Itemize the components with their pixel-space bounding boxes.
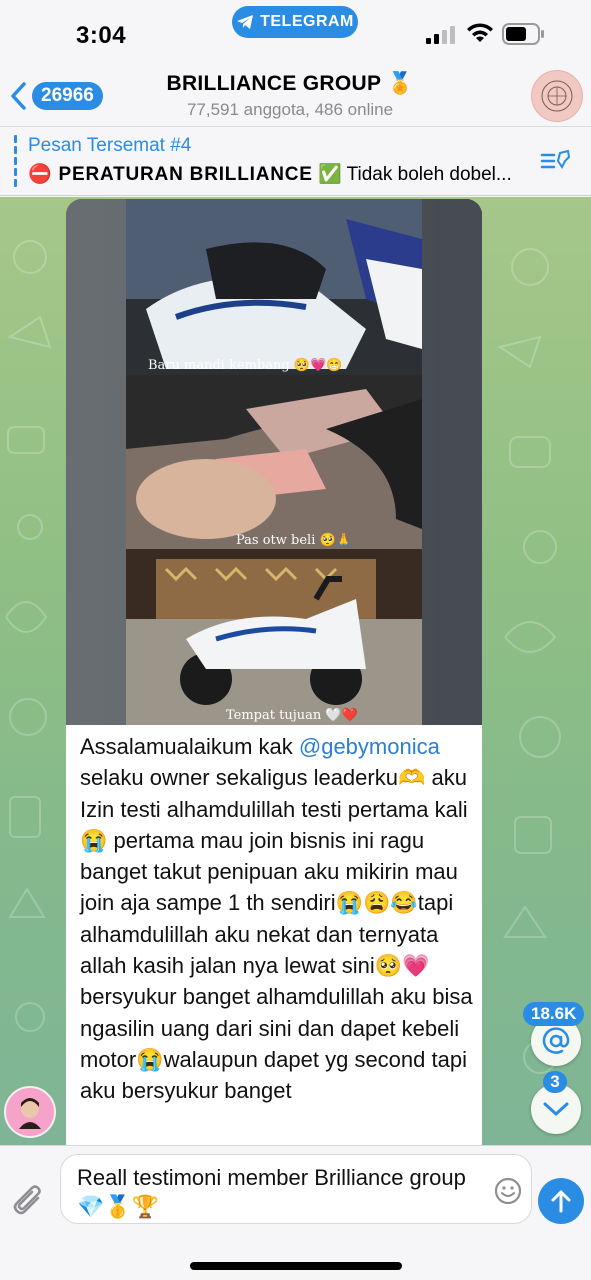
- signal-icon: [426, 26, 455, 44]
- arrow-up-icon: [551, 1190, 571, 1213]
- unread-count-badge: 3: [543, 1071, 567, 1093]
- mention-link[interactable]: @gebymonica: [299, 734, 440, 759]
- battery-icon: [502, 23, 544, 45]
- telegram-pill[interactable]: TELEGRAM: [232, 6, 358, 38]
- pinned-message-bar[interactable]: Pesan Tersemat #4 ⛔ PERATURAN BRILLIANCE…: [0, 126, 591, 196]
- pin-list-icon[interactable]: [540, 147, 572, 177]
- pinned-preview-bold: ⛔ PERATURAN BRILLIANCE: [28, 164, 313, 185]
- pinned-indicator: [14, 135, 17, 187]
- group-logo-icon: [541, 80, 573, 112]
- back-button[interactable]: 26966: [10, 82, 103, 110]
- wifi-icon: [467, 23, 493, 42]
- emoji-icon[interactable]: [494, 1177, 522, 1205]
- message-bubble[interactable]: Baru mandi kembang 🥺💗😁 Pas otw beli 🥺🙏 Tem…: [66, 199, 482, 1145]
- unread-chats-badge: 26966: [32, 82, 103, 110]
- telegram-pill-label: TELEGRAM: [260, 13, 354, 30]
- chevron-down-icon: [543, 1102, 569, 1116]
- send-button[interactable]: [538, 1178, 584, 1224]
- sender-avatar-icon: [19, 1098, 41, 1129]
- chevron-left-icon: [11, 82, 26, 110]
- testimonial-photo[interactable]: Baru mandi kembang 🥺💗😁 Pas otw beli 🥺🙏 Tem…: [66, 199, 482, 725]
- message-input-text[interactable]: Reall testimoni member Brilliance group💎…: [77, 1163, 477, 1221]
- paperclip-icon[interactable]: [12, 1184, 46, 1220]
- composer: Reall testimoni member Brilliance group💎…: [0, 1145, 591, 1280]
- pinned-preview: ⛔ PERATURAN BRILLIANCE ✅ Tidak boleh dob…: [28, 162, 548, 186]
- photo-caption: Pas otw beli 🥺🙏: [236, 532, 352, 548]
- status-bar: 3:04 TELEGRAM: [0, 0, 591, 64]
- chat-area[interactable]: Baru mandi kembang 🥺💗😁 Pas otw beli 🥺🙏 Tem…: [0, 197, 591, 1145]
- mention-count-badge: 18.6K: [523, 1002, 585, 1026]
- home-indicator: [190, 1262, 402, 1270]
- group-subtitle: 77,591 anggota, 486 online: [186, 100, 394, 119]
- sender-avatar[interactable]: [4, 1086, 56, 1138]
- group-title[interactable]: BRILLIANCE GROUP 🏅: [140, 72, 440, 96]
- message-text: Assalamualaikum kak @gebymonica selaku o…: [80, 731, 476, 1107]
- pinned-title: Pesan Tersemat #4: [28, 135, 192, 156]
- photo-caption: Tempat tujuan 🤍❤️: [226, 707, 359, 723]
- message-input[interactable]: Reall testimoni member Brilliance group💎…: [60, 1154, 532, 1224]
- pinned-preview-rest: ✅ Tidak boleh dobel...: [312, 164, 512, 185]
- message-text-start: Assalamualaikum kak: [80, 734, 299, 759]
- group-avatar[interactable]: [531, 70, 583, 122]
- clock: 3:04: [76, 22, 127, 49]
- telegram-icon: [237, 15, 254, 29]
- at-sign-icon: [542, 1027, 570, 1054]
- photo-caption: Baru mandi kembang 🥺💗😁: [148, 357, 342, 373]
- chat-header: 26966 BRILLIANCE GROUP 🏅 77,591 anggota,…: [0, 64, 591, 126]
- message-text-rest: selaku owner sekaligus leaderku🫶 aku Izi…: [80, 765, 473, 1104]
